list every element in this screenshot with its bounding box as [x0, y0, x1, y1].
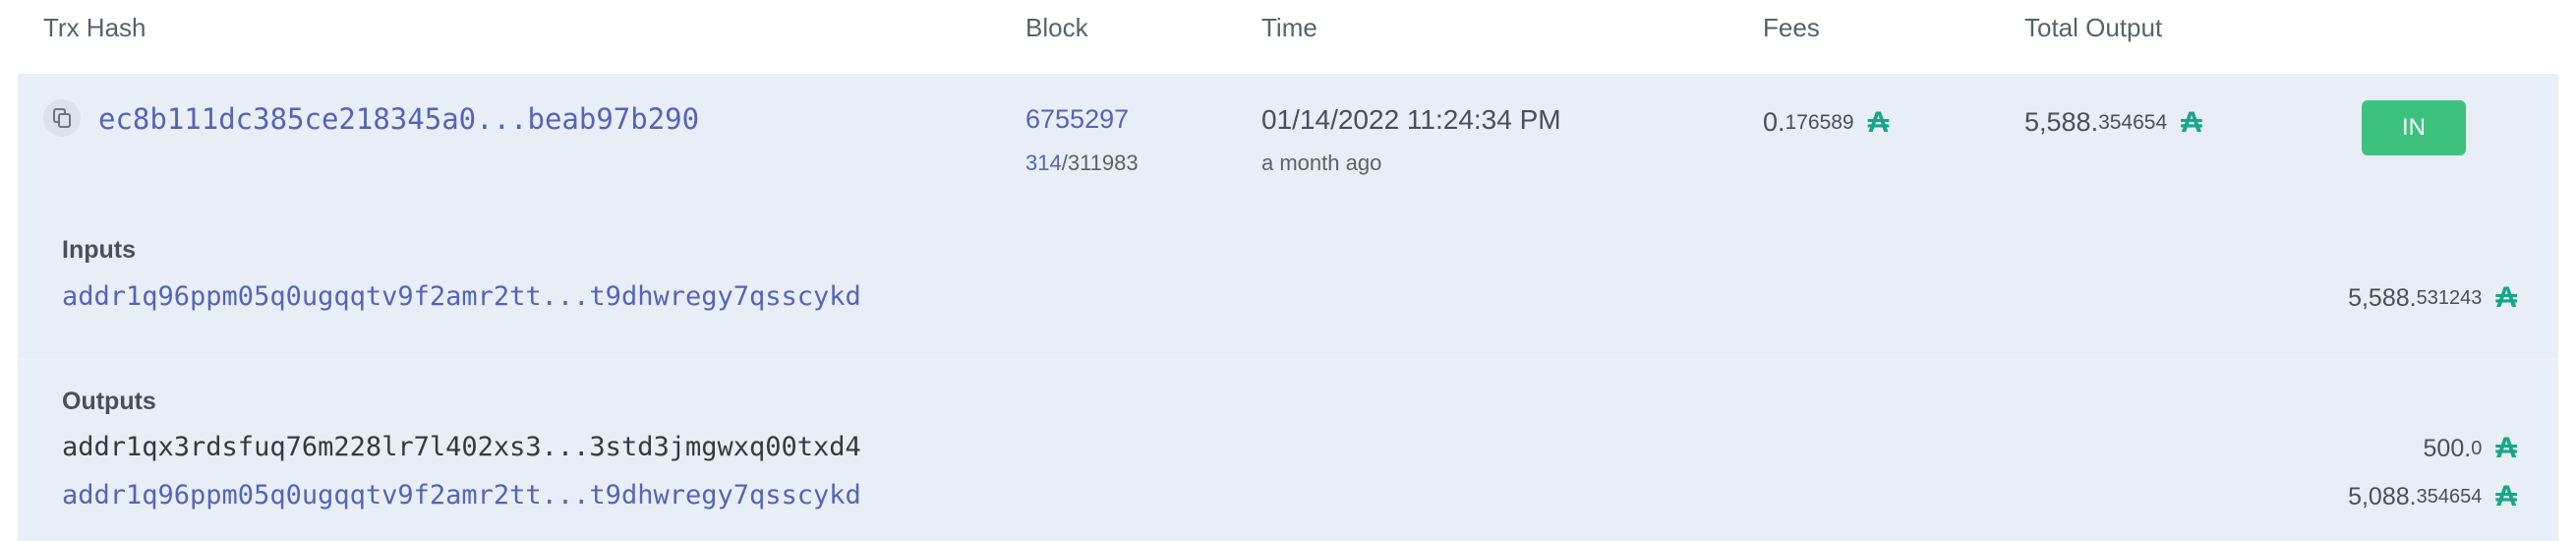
output-amount-decimal: 0: [2471, 437, 2483, 459]
output-amount: 5,088. 354654 ₳: [2348, 482, 2517, 511]
section-divider: [18, 358, 2558, 360]
fees-decimal: 176589: [1785, 110, 1854, 134]
input-amount-integer: 5,588.: [2348, 283, 2417, 312]
block-number-link[interactable]: 6755297: [1025, 104, 1129, 135]
output-amount-integer: 5,088.: [2348, 482, 2417, 511]
block-position: 314/311983: [1025, 150, 1139, 176]
copy-icon: [53, 108, 71, 128]
input-address-link[interactable]: addr1q96ppm05q0ugqqtv9f2amr2tt...t9dhwre…: [62, 281, 861, 312]
total-output-amount: 5,588. 354654 ₳: [2024, 107, 2202, 138]
input-amount-decimal: 531243: [2416, 286, 2483, 309]
ada-icon: ₳: [2495, 480, 2517, 512]
output-amount-decimal: 354654: [2416, 485, 2483, 508]
header-time: Time: [1261, 13, 1317, 42]
ada-icon: ₳: [2495, 281, 2517, 314]
outputs-title: Outputs: [62, 388, 156, 415]
header-total-output: Total Output: [2024, 13, 2163, 42]
output-address-link[interactable]: addr1q96ppm05q0ugqqtv9f2amr2tt...t9dhwre…: [62, 480, 861, 511]
header-block: Block: [1025, 13, 1088, 42]
transaction-time-ago: a month ago: [1261, 150, 1382, 175]
input-amount: 5,588. 531243 ₳: [2348, 283, 2517, 313]
block-index-link[interactable]: 314: [1025, 150, 1062, 175]
inputs-title: Inputs: [62, 236, 136, 264]
header-fees: Fees: [1763, 13, 1820, 42]
block-total: /311983: [1061, 150, 1139, 175]
fees-integer: 0.: [1763, 107, 1786, 137]
direction-badge: IN: [2362, 100, 2466, 155]
fees-amount: 0. 176589 ₳: [1763, 107, 1889, 138]
output-address: addr1qx3rdsfuq76m228lr7l402xs3...3std3jm…: [62, 432, 861, 462]
table-header: Trx Hash Block Time Fees Total Output: [0, 0, 2576, 74]
output-amount-integer: 500.: [2423, 434, 2472, 462]
transaction-hash-link[interactable]: ec8b111dc385ce218345a0...beab97b290: [98, 102, 699, 136]
total-output-integer: 5,588.: [2024, 107, 2099, 137]
output-amount: 500. 0 ₳: [2424, 434, 2517, 463]
header-trx-hash: Trx Hash: [43, 13, 146, 42]
copy-button[interactable]: [43, 99, 81, 137]
total-output-decimal: 354654: [2098, 110, 2168, 134]
ada-icon: ₳: [1867, 105, 1890, 139]
transaction-time: 01/14/2022 11:24:34 PM: [1261, 104, 1561, 135]
ada-icon: ₳: [2495, 432, 2517, 464]
ada-icon: ₳: [2181, 105, 2202, 139]
